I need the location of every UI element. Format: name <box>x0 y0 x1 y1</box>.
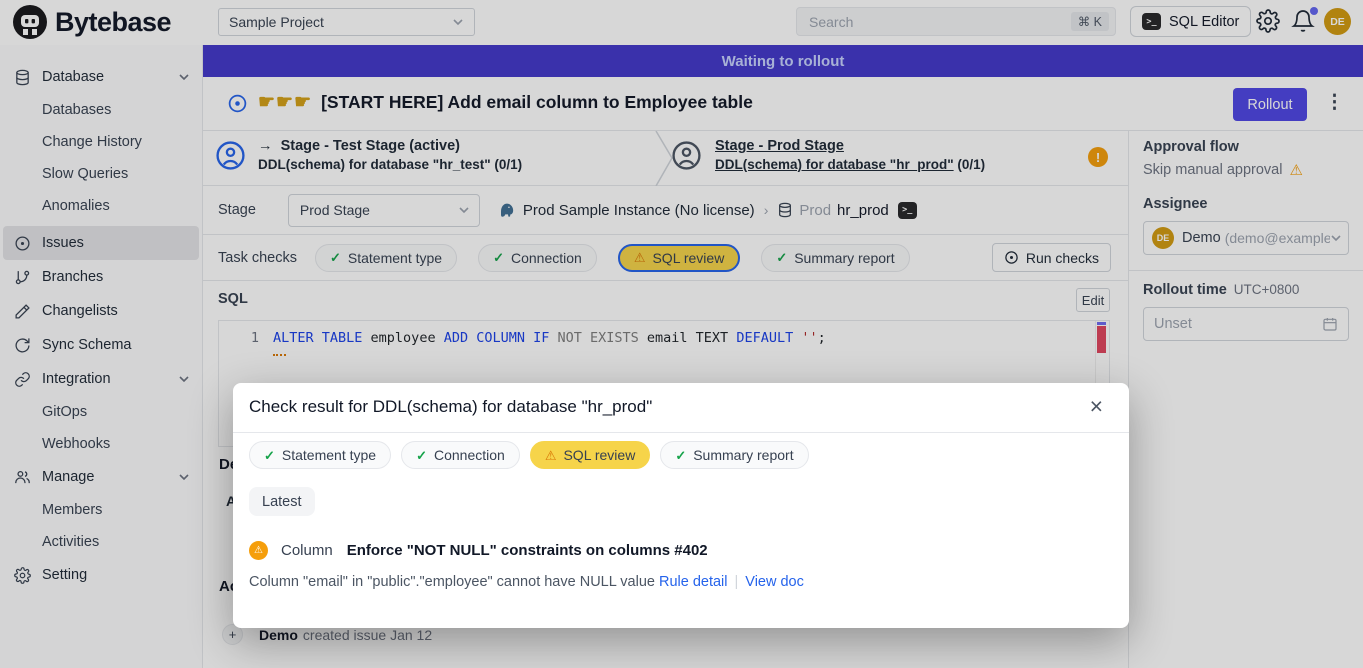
pill-label: Summary report <box>693 447 793 463</box>
check-pill-statement-type[interactable]: Statement type <box>249 441 391 469</box>
close-icon[interactable] <box>1084 394 1109 419</box>
warning-icon <box>545 449 557 462</box>
bytebase-app: Bytebase Sample Project ⌘ K >_ SQL Edito… <box>0 0 1363 668</box>
view-doc-link[interactable]: View doc <box>745 574 804 590</box>
check-icon <box>675 449 686 462</box>
result-detail: Column "email" in "public"."employee" ca… <box>249 574 804 590</box>
dialog-divider <box>233 432 1129 433</box>
link-separator: | <box>735 574 739 590</box>
check-pill-connection[interactable]: Connection <box>401 441 520 469</box>
rule-detail-link[interactable]: Rule detail <box>659 574 728 590</box>
check-pill-summary-report[interactable]: Summary report <box>660 441 808 469</box>
result-detail-text: Column "email" in "public"."employee" ca… <box>249 574 655 590</box>
warning-icon <box>249 541 268 560</box>
check-result-dialog: Check result for DDL(schema) for databas… <box>233 383 1129 628</box>
pill-label: SQL review <box>563 447 635 463</box>
pill-label: Connection <box>434 447 505 463</box>
result-category: Column <box>281 542 333 559</box>
pill-label: Statement type <box>282 447 376 463</box>
check-icon <box>416 449 427 462</box>
latest-badge[interactable]: Latest <box>249 487 315 516</box>
check-icon <box>264 449 275 462</box>
result-rule-title: Enforce "NOT NULL" constraints on column… <box>347 542 708 559</box>
check-pill-sql-review[interactable]: SQL review <box>530 441 651 469</box>
dialog-title: Check result for DDL(schema) for databas… <box>249 397 652 417</box>
dialog-check-pills: Statement type Connection SQL review Sum… <box>249 441 809 469</box>
check-result-row: Column Enforce "NOT NULL" constraints on… <box>249 541 708 560</box>
